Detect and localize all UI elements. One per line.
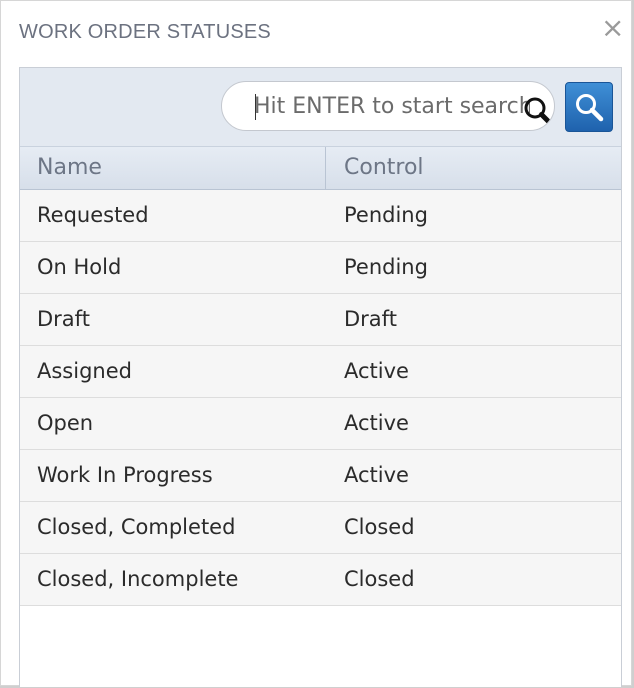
table-row[interactable]: Closed, Incomplete Closed xyxy=(20,554,621,606)
grid-rows: Requested Pending On Hold Pending Draft … xyxy=(20,190,621,606)
grid-header: Name Control xyxy=(20,147,621,190)
magnifier-icon[interactable] xyxy=(522,96,555,130)
table-row[interactable]: Work In Progress Active xyxy=(20,450,621,502)
table-row[interactable]: Draft Draft xyxy=(20,294,621,346)
cell-name: Draft xyxy=(37,307,90,331)
cell-name: Requested xyxy=(37,203,149,227)
cell-name: Work In Progress xyxy=(37,463,213,487)
cell-control: Pending xyxy=(344,255,428,279)
table-row[interactable]: Closed, Completed Closed xyxy=(20,502,621,554)
cell-name: Assigned xyxy=(37,359,132,383)
column-header-control[interactable]: Control xyxy=(327,147,622,189)
close-button[interactable]: × xyxy=(601,14,624,42)
cell-control: Active xyxy=(344,463,409,487)
search-input[interactable] xyxy=(254,82,530,130)
cell-control: Closed xyxy=(344,567,415,591)
work-order-statuses-dialog: WORK ORDER STATUSES × Name Control xyxy=(0,0,632,687)
dialog-title: WORK ORDER STATUSES xyxy=(19,21,271,43)
cell-name: On Hold xyxy=(37,255,122,279)
cell-control: Active xyxy=(344,359,409,383)
table-row[interactable]: On Hold Pending xyxy=(20,242,621,294)
search-button[interactable] xyxy=(565,82,613,132)
cell-control: Draft xyxy=(344,307,397,331)
cell-name: Closed, Incomplete xyxy=(37,567,239,591)
search-box[interactable] xyxy=(221,81,555,131)
cell-control: Pending xyxy=(344,203,428,227)
grid-toolbar xyxy=(20,68,621,147)
table-row[interactable]: Requested Pending xyxy=(20,190,621,242)
table-row[interactable]: Open Active xyxy=(20,398,621,450)
column-header-name[interactable]: Name xyxy=(20,147,326,189)
status-grid-panel: Name Control Requested Pending On Hold P… xyxy=(19,67,622,687)
cell-control: Closed xyxy=(344,515,415,539)
table-row[interactable]: Assigned Active xyxy=(20,346,621,398)
cell-control: Active xyxy=(344,411,409,435)
search-icon xyxy=(576,94,604,122)
text-caret xyxy=(255,94,256,120)
cell-name: Open xyxy=(37,411,94,435)
cell-name: Closed, Completed xyxy=(37,515,236,539)
